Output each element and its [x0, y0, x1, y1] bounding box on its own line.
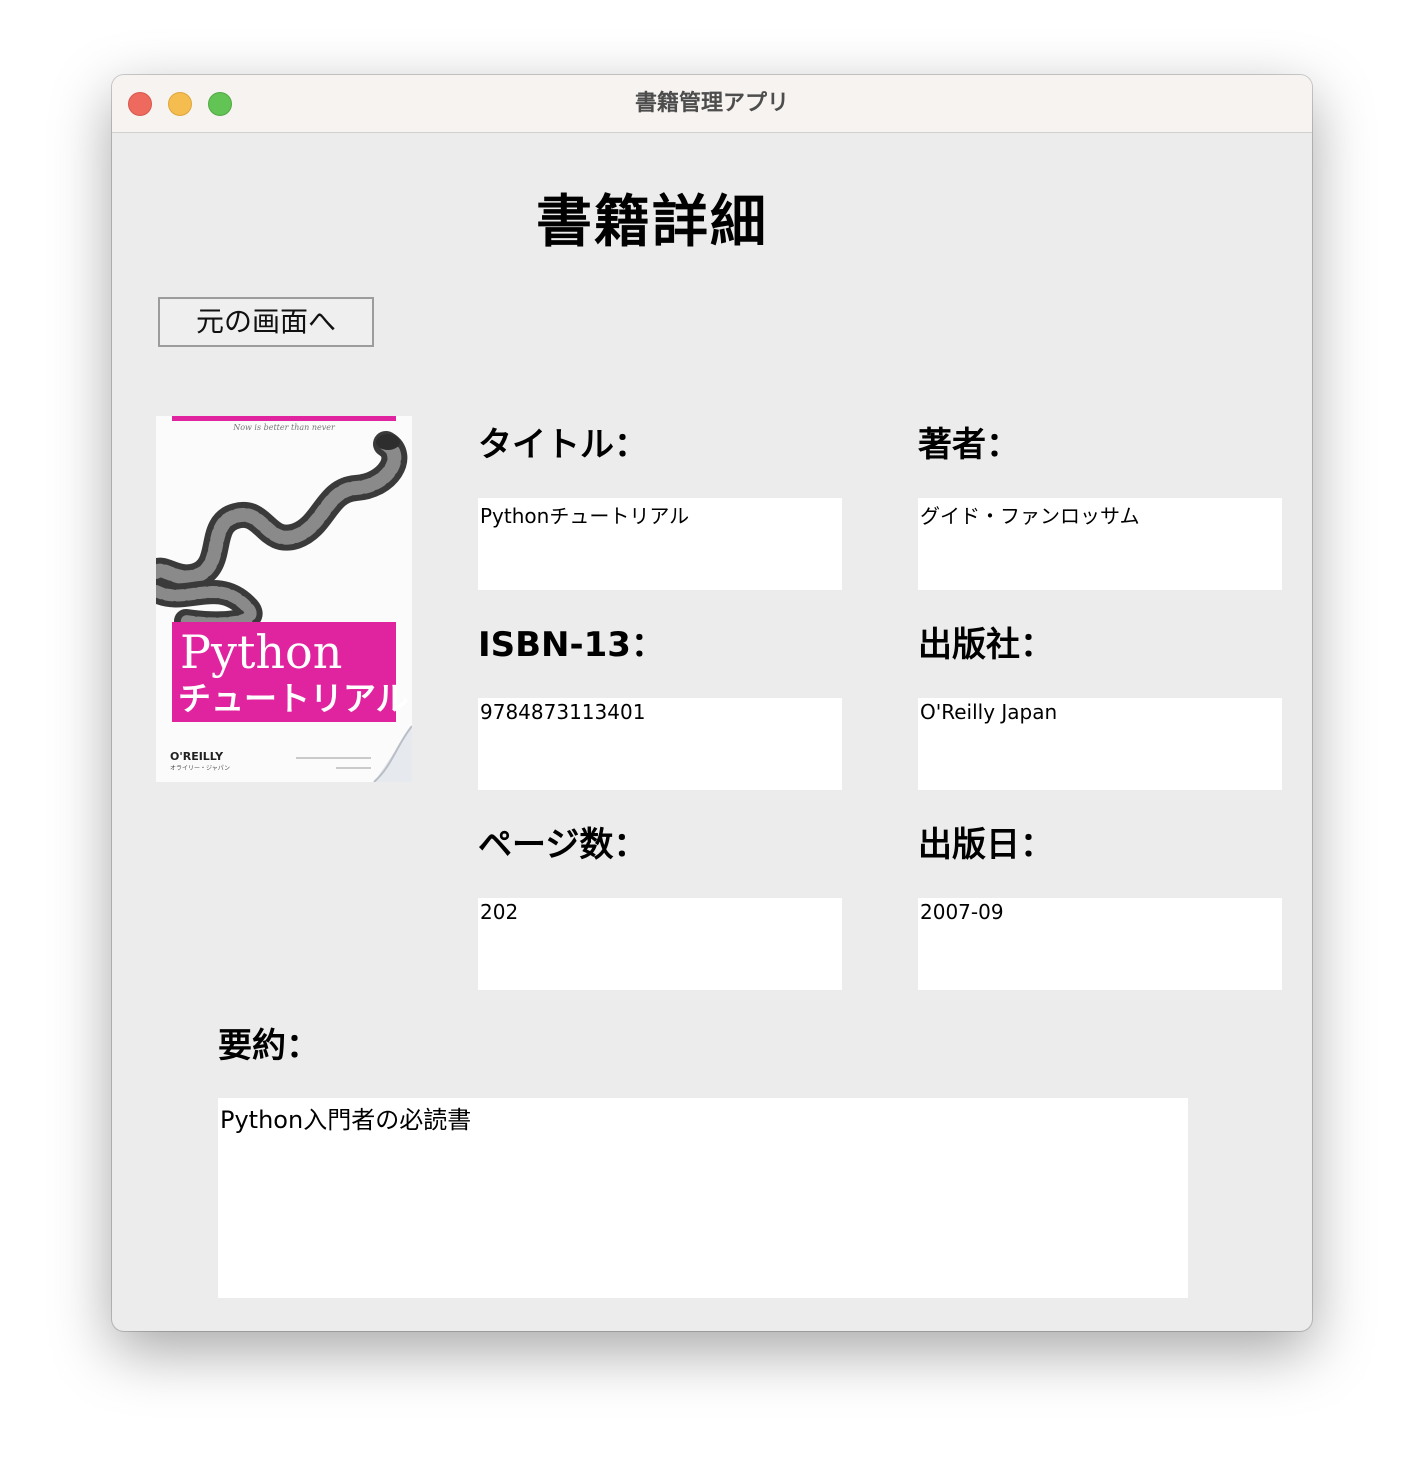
publisher-label: 出版社： — [918, 625, 1054, 665]
isbn-field[interactable]: 9784873113401 — [478, 698, 842, 790]
title-bar[interactable]: 書籍管理アプリ — [112, 75, 1312, 133]
cover-publisher-logo: O'REILLY — [170, 750, 224, 763]
isbn-label: ISBN-13： — [478, 625, 665, 665]
maximize-window-icon[interactable] — [208, 92, 232, 116]
pubdate-label: 出版日： — [918, 825, 1054, 865]
minimize-window-icon[interactable] — [168, 92, 192, 116]
title-label: タイトル： — [478, 425, 648, 465]
author-label: 著者： — [918, 425, 1020, 465]
pages-label: ページ数： — [478, 825, 648, 865]
page-title: 書籍詳細 — [536, 190, 768, 255]
summary-textarea[interactable]: Python入門者の必読書 — [218, 1098, 1188, 1298]
back-button[interactable]: 元の画面へ — [158, 297, 374, 347]
window-title: 書籍管理アプリ — [634, 91, 789, 116]
app-window: 書籍管理アプリ 書籍詳細 元の画面へ Now is better than ne… — [112, 75, 1312, 1331]
title-field[interactable]: Pythonチュートリアル — [478, 498, 842, 590]
pubdate-field[interactable]: 2007-09 — [918, 898, 1282, 990]
cover-title-en: Python — [180, 625, 342, 679]
close-window-icon[interactable] — [128, 92, 152, 116]
book-cover-image: Now is better than never Python チュートリアル … — [156, 416, 412, 782]
book-cover-artwork: Now is better than never Python チュートリアル … — [156, 416, 412, 782]
cover-publisher-ja: オライリー・ジャパン — [170, 765, 230, 772]
publisher-field[interactable]: O'Reilly Japan — [918, 698, 1282, 790]
cover-series-line: Now is better than never — [232, 423, 336, 432]
pages-field[interactable]: 202 — [478, 898, 842, 990]
author-field[interactable]: グイド・ファンロッサム — [918, 498, 1282, 590]
cover-title-ja: チュートリアル — [178, 679, 409, 718]
summary-label: 要約： — [218, 1026, 320, 1066]
